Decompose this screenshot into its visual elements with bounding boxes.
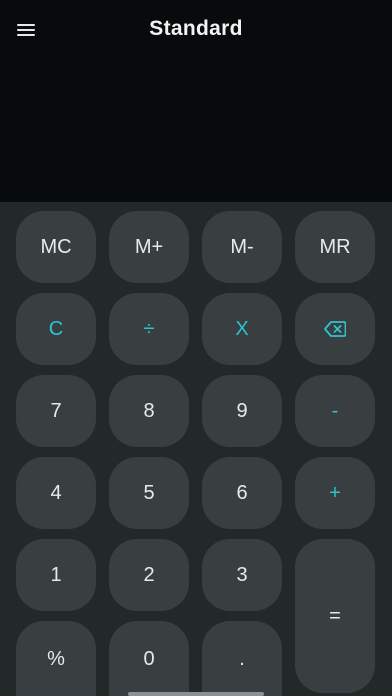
add-button[interactable]: +: [295, 457, 375, 529]
digit-8-button[interactable]: 8: [109, 375, 189, 447]
memory-subtract-button[interactable]: M-: [202, 211, 282, 283]
percent-button[interactable]: %: [16, 621, 96, 696]
memory-add-button[interactable]: M+: [109, 211, 189, 283]
home-indicator: [128, 692, 264, 696]
digit-2-button[interactable]: 2: [109, 539, 189, 611]
backspace-button[interactable]: [295, 293, 375, 365]
memory-recall-button[interactable]: MR: [295, 211, 375, 283]
digit-3-button[interactable]: 3: [202, 539, 282, 611]
backspace-icon: [324, 321, 346, 337]
top-bar: Standard: [0, 0, 392, 60]
keypad: MC M+ M- MR C ÷ X 7 8 9 - 4 5 6 + 1 2 3 …: [0, 202, 392, 696]
multiply-button[interactable]: X: [202, 293, 282, 365]
digit-1-button[interactable]: 1: [16, 539, 96, 611]
memory-clear-button[interactable]: MC: [16, 211, 96, 283]
digit-6-button[interactable]: 6: [202, 457, 282, 529]
calculator-app: Standard MC M+ M- MR C ÷ X 7 8 9 - 4 5 6…: [0, 0, 392, 696]
digit-7-button[interactable]: 7: [16, 375, 96, 447]
page-title: Standard: [149, 17, 243, 40]
digit-4-button[interactable]: 4: [16, 457, 96, 529]
digit-9-button[interactable]: 9: [202, 375, 282, 447]
clear-button[interactable]: C: [16, 293, 96, 365]
digit-0-button[interactable]: 0: [109, 621, 189, 696]
decimal-button[interactable]: .: [202, 621, 282, 696]
result-display: [0, 60, 392, 202]
digit-5-button[interactable]: 5: [109, 457, 189, 529]
equals-button[interactable]: =: [295, 539, 375, 693]
divide-button[interactable]: ÷: [109, 293, 189, 365]
subtract-button[interactable]: -: [295, 375, 375, 447]
